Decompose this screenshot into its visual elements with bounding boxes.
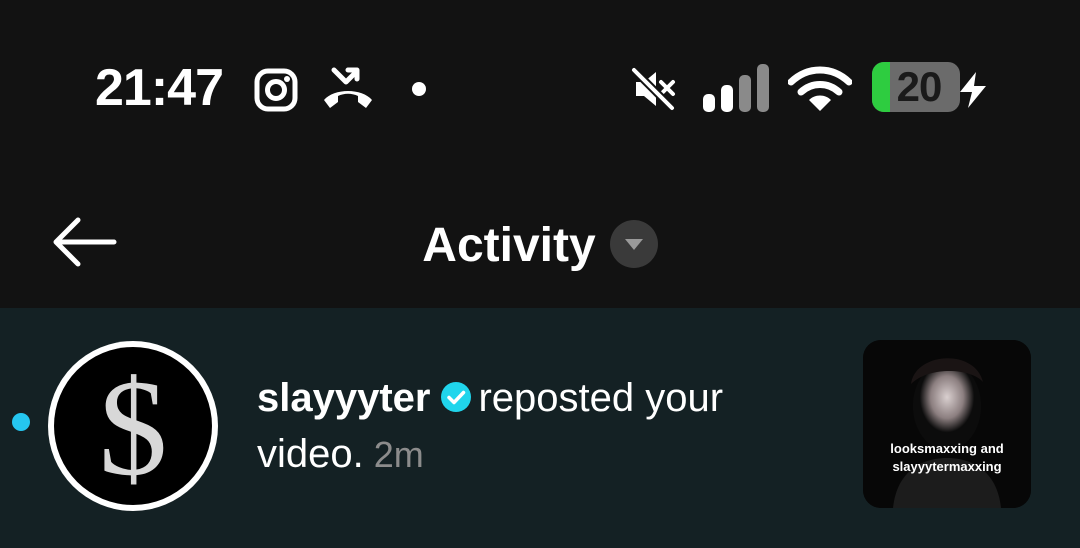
username-link[interactable]: slayyyter: [257, 376, 430, 420]
battery-icon: 20: [872, 62, 960, 112]
thumbnail-caption-line: looksmaxxing and: [890, 441, 1004, 456]
status-bar: 21:47 20: [0, 0, 1080, 180]
chevron-down-icon[interactable]: [609, 220, 658, 268]
wifi-icon: [788, 66, 852, 111]
avatar-image: $: [54, 347, 212, 505]
thumbnail-caption-line: slayyytermaxxing: [892, 459, 1002, 474]
thumbnail-caption: looksmaxxing and slayyytermaxxing: [863, 440, 1031, 476]
instagram-icon: [254, 68, 298, 112]
status-clock: 21:47: [95, 59, 224, 117]
battery-level: 20: [896, 63, 943, 110]
unread-indicator: [12, 413, 30, 431]
page-title[interactable]: Activity: [422, 218, 595, 274]
muted-icon: [631, 67, 675, 111]
verified-badge-icon: [441, 382, 472, 413]
app-header: Activity: [0, 180, 1080, 308]
avatar-glyph: $: [98, 351, 168, 504]
title-wrap: Activity: [0, 218, 1080, 274]
notification-dot-icon: [412, 82, 426, 96]
missed-call-icon: [324, 67, 372, 108]
signal-icon: [703, 64, 769, 112]
video-thumbnail[interactable]: looksmaxxing and slayyytermaxxing: [863, 340, 1031, 508]
activity-row[interactable]: $ slayyyter reposted your video. 2m looks…: [0, 308, 1080, 548]
thumbnail-image: [863, 340, 1031, 508]
activity-message: slayyyter reposted your video. 2m: [257, 370, 817, 483]
activity-time: 2m: [373, 434, 424, 475]
avatar[interactable]: $: [48, 341, 218, 511]
charging-icon: [960, 72, 986, 108]
